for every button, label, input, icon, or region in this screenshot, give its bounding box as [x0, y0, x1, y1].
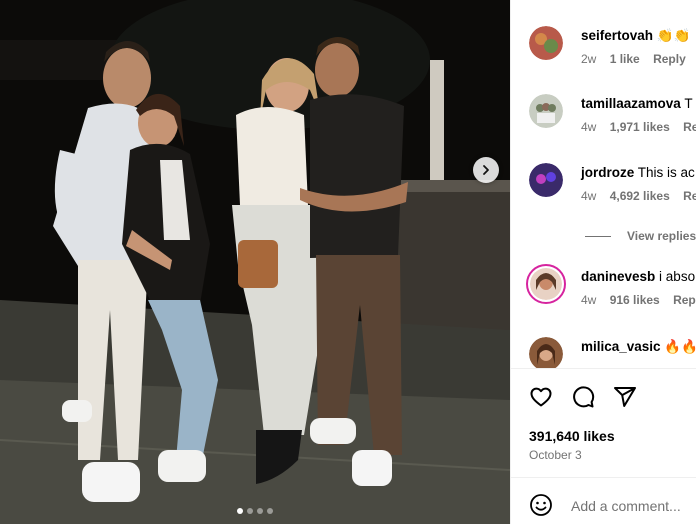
comment-age: 4w [581, 293, 597, 307]
post-date: October 3 [529, 448, 582, 462]
reply-button[interactable]: Rep [683, 120, 696, 134]
comment-age: 2w [581, 52, 597, 66]
reply-button[interactable]: Reply [653, 52, 686, 66]
comment-text: i abso [659, 269, 696, 284]
comment-likes[interactable]: 1,971 likes [610, 120, 670, 134]
comment-age: 4w [581, 120, 597, 134]
comment-likes[interactable]: 1 like [610, 52, 640, 66]
avatar[interactable] [529, 337, 563, 368]
next-slide-button[interactable] [473, 157, 499, 183]
avatar[interactable] [529, 163, 563, 197]
emoji-icon[interactable] [529, 493, 553, 517]
comment-input[interactable]: Add a comment... [571, 498, 681, 514]
slide-dot [267, 508, 273, 514]
comment-text: 🔥🔥 [664, 339, 696, 354]
comment-username[interactable]: jordroze [581, 165, 634, 180]
comment-item: tamillaazamova T 4w 1,971 likes Rep [529, 94, 696, 154]
avatar[interactable] [529, 94, 563, 128]
view-replies-label: View replies [627, 229, 696, 243]
comment-text: T [684, 96, 693, 111]
slide-dot [247, 508, 253, 514]
comments-list[interactable]: seifertovah 👏👏 2w 1 like Reply tamillaaz… [511, 0, 696, 368]
reply-button[interactable]: Reply [673, 293, 696, 307]
view-replies-button[interactable]: View replies [585, 229, 696, 243]
slide-dot [257, 508, 263, 514]
chevron-right-icon [483, 165, 489, 175]
comment-text: This is ac [637, 165, 695, 180]
avatar[interactable] [529, 26, 563, 60]
post-photo[interactable] [0, 0, 510, 524]
photo-scene [0, 0, 510, 524]
likes-count[interactable]: 391,640 likes [529, 428, 615, 444]
replies-divider [585, 235, 611, 237]
add-comment-bar: Add a comment... [511, 477, 696, 524]
comment-likes[interactable]: 916 likes [610, 293, 660, 307]
comment-age: 4w [581, 189, 597, 203]
slide-indicator [0, 508, 510, 514]
avatar-story-ring[interactable] [526, 264, 566, 304]
post-actions: 391,640 likes October 3 Add a comment... [511, 368, 696, 524]
share-icon[interactable] [613, 385, 637, 409]
comment-username[interactable]: seifertovah [581, 28, 653, 43]
comment-username[interactable]: tamillaazamova [581, 96, 681, 111]
comment-username[interactable]: milica_vasic [581, 339, 661, 354]
heart-icon[interactable] [529, 385, 553, 409]
comment-item: jordroze This is ac 4w 4,692 likes Re [529, 163, 696, 223]
comment-item: daninevesb i abso 4w 916 likes Reply [526, 264, 696, 327]
comment-icon[interactable] [571, 385, 595, 409]
comment-text: 👏👏 [656, 28, 691, 43]
reply-button[interactable]: Re [683, 189, 696, 203]
slide-dot [237, 508, 243, 514]
comment-likes[interactable]: 4,692 likes [610, 189, 670, 203]
comment-item: seifertovah 👏👏 2w 1 like Reply [529, 26, 696, 86]
post-sidebar: seifertovah 👏👏 2w 1 like Reply tamillaaz… [510, 0, 696, 524]
comment-username[interactable]: daninevesb [581, 269, 655, 284]
comment-item: milica_vasic 🔥🔥 [529, 337, 696, 368]
